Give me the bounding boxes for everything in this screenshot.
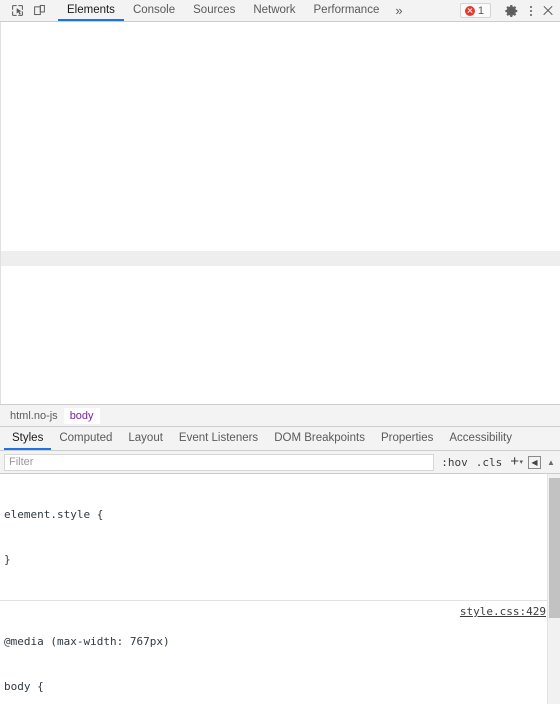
styles-scrollbar[interactable] [547,474,560,704]
tab-properties-label: Properties [380,431,434,444]
rule-selector: body { [4,680,44,693]
more-tabs-icon[interactable]: » [388,0,409,21]
chevron-down-icon: ▾ [519,459,523,466]
dom-row-html[interactable]: <html class="no-js"> [1,131,560,146]
breadcrumb: html.no-js body [0,404,560,427]
plus-icon: + [510,453,519,470]
dom-row-body-selected[interactable]: ···▼<body>== $0 [1,251,560,266]
styles-filter-bar: Filter :hov .cls + ▾ ◀ ▲ [0,451,560,474]
scroll-up-icon[interactable]: ▲ [545,458,557,467]
tab-computed-label: Computed [59,431,113,444]
dom-row-comment-div1: <div class="browsehappy" role="dialog">当… [1,356,560,371]
tab-layout[interactable]: Layout [120,427,171,450]
tab-network-label: Network [253,3,296,16]
device-toggle-icon[interactable] [28,1,50,21]
tab-console-label: Console [132,3,176,16]
tab-properties[interactable]: Properties [373,427,441,450]
error-count-badge[interactable]: 1 [459,3,491,18]
tab-styles-label: Styles [12,431,44,444]
tab-elements[interactable]: Elements [58,0,124,21]
inspect-cursor-icon[interactable] [6,1,28,21]
style-rule-element-style[interactable]: element.style { } [0,474,560,601]
tab-sources[interactable]: Sources [184,0,244,21]
dom-row-comment-if: <!--[if lt IE 8]> [1,311,560,326]
style-rule-media-body[interactable]: @media (max-width: 767px) body { style.c… [0,601,560,704]
toggle-hover-state-button[interactable]: :hov [437,456,472,469]
tab-accessibility-label: Accessibility [449,431,513,444]
tab-elements-label: Elements [67,3,115,16]
dom-tree-pane[interactable]: <!DOCTYPE html> <html class="no-js"> ▶<h… [0,22,560,404]
dom-row-doctype: <!DOCTYPE html> [1,71,560,86]
breadcrumb-item-body[interactable]: body [63,407,100,424]
style-rules-list[interactable]: element.style { } @media (max-width: 767… [0,474,560,704]
kebab-menu-icon[interactable] [523,3,539,19]
rule-media-query: @media (max-width: 767px) [4,635,170,648]
breadcrumb-item-html[interactable]: html.no-js [4,408,64,424]
tab-event-listeners[interactable]: Event Listeners [171,427,266,450]
close-icon[interactable] [539,2,557,20]
error-count-label: 1 [477,4,484,17]
toolbar-right-controls: 1 [459,0,560,21]
toggle-class-button[interactable]: .cls [472,456,507,469]
gear-icon[interactable] [501,1,523,21]
rule-source-link[interactable]: style.css:429 [460,604,546,619]
dom-row-comment-div2: 览器。 为了正常的访问， 请 <a href="http://browsehap… [1,401,560,404]
devtools-window: Elements Console Sources Network Perform… [0,0,560,704]
tab-network[interactable]: Network [244,0,304,21]
new-style-rule-button[interactable]: + ▾ [506,453,523,470]
devtools-toolbar: Elements Console Sources Network Perform… [0,0,560,22]
tab-event-listeners-label: Event Listeners [178,431,259,444]
sidebar-tab-list: Styles Computed Layout Event Listeners D… [0,427,560,451]
styles-sidebar: Styles Computed Layout Event Listeners D… [0,427,560,704]
styles-scrollbar-thumb[interactable] [549,478,560,618]
tab-layout-label: Layout [128,431,163,444]
tab-console[interactable]: Console [124,0,184,21]
panel-toggle-icon[interactable]: ◀ [528,455,541,469]
toolbar-left-controls [0,0,58,21]
tab-accessibility[interactable]: Accessibility [441,427,520,450]
panel-tab-list: Elements Console Sources Network Perform… [58,0,460,21]
tab-dom-breakpoints[interactable]: DOM Breakpoints [266,427,373,450]
filter-input[interactable]: Filter [4,453,435,471]
rule-selector: element.style { [4,508,104,521]
tab-sources-label: Sources [193,3,236,16]
error-circle-icon [464,5,475,16]
dom-row-head[interactable]: ▶<head>…</head> [1,191,560,206]
tab-computed[interactable]: Computed [51,427,120,450]
tab-performance-label: Performance [313,3,380,16]
tab-styles[interactable]: Styles [4,427,52,450]
tab-dom-breakpoints-label: DOM Breakpoints [274,431,365,444]
rule-close-brace: } [4,553,11,566]
filter-placeholder: Filter [9,456,34,468]
tab-performance[interactable]: Performance [305,0,389,21]
dom-tree: <!DOCTYPE html> <html class="no-js"> ▶<h… [1,22,560,404]
